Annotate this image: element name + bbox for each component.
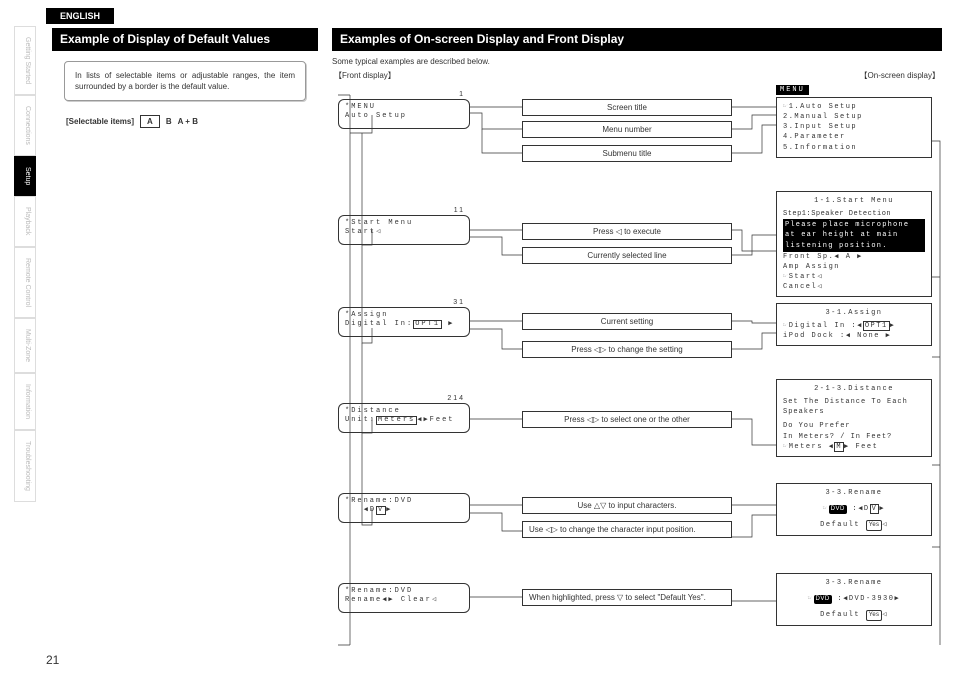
lcd-line: Rename◀▶ Clear◁ (345, 596, 463, 605)
front-display-6: *Rename:DVD Rename◀▶ Clear◁ (338, 583, 470, 613)
diagram-area: MENU 1 *MENU Auto Setup 11 *Start Menu S… (332, 85, 942, 665)
side-tab[interactable]: Playback (14, 196, 36, 246)
osd-line: Do You Prefer (783, 421, 925, 431)
front-display-2: 11 *Start Menu Start◁ (338, 215, 470, 245)
lcd-num: 214 (447, 394, 465, 403)
option-b: B (166, 117, 172, 126)
osd-default-line: Default Yes◁ (783, 610, 925, 621)
desc-current-setting: Current setting (522, 313, 732, 330)
osd-line: ☞Start◁ (783, 272, 925, 282)
lcd-num: 31 (453, 298, 465, 307)
osd-default-line: Default Yes◁ (783, 520, 925, 531)
osd-highlight: Please place microphone at ear height at… (783, 219, 925, 251)
osd-assign: 3-1.Assign ☞Digital In :◀OPT1▶ iPod Dock… (776, 303, 932, 346)
desc-press-execute: Press ◁ to execute (522, 223, 732, 240)
desc-selected-line: Currently selected line (522, 247, 732, 264)
osd-distance: 2-1-3.Distance Set The Distance To Each … (776, 379, 932, 457)
desc-input-chars: Use △▽ to input characters. (522, 497, 732, 514)
language-tab: ENGLISH (46, 8, 114, 24)
side-tab[interactable]: Getting Started (14, 26, 36, 95)
osd-line: Cancel◁ (783, 282, 925, 292)
osd-line: 3.Input Setup (783, 122, 925, 132)
side-tab[interactable]: Multi-Zone (14, 318, 36, 373)
legend-front: Front display (334, 70, 396, 81)
desc-default-yes: When highlighted, press ▽ to select "Def… (522, 589, 732, 606)
left-column: Example of Display of Default Values In … (52, 28, 318, 128)
lcd-line: *Start Menu (345, 219, 463, 228)
lcd-line: Auto Setup (345, 112, 463, 121)
osd-menu-pill: MENU (776, 85, 809, 95)
osd-line: ☞Meters ◀M▶ Feet (783, 442, 925, 452)
legend-row: Front display On-screen display (334, 70, 940, 81)
side-tab[interactable]: Connections (14, 95, 36, 156)
side-tab-active[interactable]: Setup (14, 156, 36, 196)
front-display-4: 214 *Distance Unit:Meters◀▶Feet (338, 403, 470, 433)
page-number: 21 (46, 653, 59, 667)
osd-line: ☞1.Auto Setup (783, 102, 925, 112)
osd-line: ☞Digital In :◀OPT1▶ (783, 321, 925, 331)
front-display-5: *Rename:DVD ◀DV▶ (338, 493, 470, 523)
desc-change-setting: Press ◁▷ to change the setting (522, 341, 732, 358)
front-display-1: 1 *MENU Auto Setup (338, 99, 470, 129)
osd-title: 3-1.Assign (783, 308, 925, 318)
legend-osd: On-screen display (860, 70, 940, 81)
option-ab: A + B (178, 117, 198, 126)
osd-line: iPod Dock :◀ None ▶ (783, 331, 925, 341)
selectable-label: [Selectable items] (66, 117, 134, 126)
osd-line: 4.Parameter (783, 132, 925, 142)
right-heading: Examples of On-screen Display and Front … (332, 28, 942, 51)
osd-start-menu: 1-1.Start Menu Step1:Speaker Detection P… (776, 191, 932, 297)
desc-select-either: Press ◁▷ to select one or the other (522, 411, 732, 428)
desc-menu-number: Menu number (522, 121, 732, 138)
dvd-pill: DVD (814, 595, 832, 604)
front-display-3: 31 *Assign Digital In:OPT1 ▶ (338, 307, 470, 337)
lcd-line: *Distance (345, 407, 463, 416)
lcd-line: Unit:Meters◀▶Feet (345, 416, 463, 425)
default-option-box: A (140, 115, 160, 128)
lcd-line: *Rename:DVD (345, 587, 463, 596)
desc-screen-title: Screen title (522, 99, 732, 116)
osd-line: 2.Manual Setup (783, 112, 925, 122)
lcd-line: *Assign (345, 311, 463, 320)
dvd-pill: DVD (829, 505, 847, 514)
osd-line: ☞DVD :◀DVD-3930▶ (783, 594, 925, 604)
side-tab[interactable]: Information (14, 373, 36, 430)
osd-line: Amp Assign (783, 262, 925, 272)
typical-text: Some typical examples are described belo… (332, 57, 942, 66)
lcd-line: ◀DV▶ (345, 506, 463, 515)
osd-line: 5.Information (783, 143, 925, 153)
right-column: Examples of On-screen Display and Front … (332, 28, 942, 665)
lcd-num: 11 (454, 206, 465, 215)
osd-title: 3-3.Rename (783, 578, 925, 588)
osd-main-menu: ☞1.Auto Setup 2.Manual Setup 3.Input Set… (776, 97, 932, 158)
osd-line: In Meters? / In Feet? (783, 432, 925, 442)
desc-submenu-title: Submenu title (522, 145, 732, 162)
note-box: In lists of selectable items or adjustab… (64, 61, 306, 101)
osd-line: ☞DVD :◀DV▶ (783, 504, 925, 514)
lcd-line: Start◁ (345, 228, 463, 237)
osd-line: Set The Distance To Each Speakers (783, 397, 925, 417)
side-tab[interactable]: Troubleshooting (14, 430, 36, 502)
osd-rename-1: 3-3.Rename ☞DVD :◀DV▶ Default Yes◁ (776, 483, 932, 536)
side-nav: Getting Started Connections Setup Playba… (14, 26, 36, 502)
lcd-line: *Rename:DVD (345, 497, 463, 506)
desc-change-position: Use ◁▷ to change the character input pos… (522, 521, 732, 538)
lcd-line: *MENU (345, 103, 463, 112)
osd-title: 2-1-3.Distance (783, 384, 925, 394)
osd-title: 1-1.Start Menu (783, 196, 925, 206)
lcd-line: Digital In:OPT1 ▶ (345, 320, 463, 329)
osd-line: Front Sp.◀ A ▶ (783, 252, 925, 262)
left-heading: Example of Display of Default Values (52, 28, 318, 51)
side-tab[interactable]: Remote Control (14, 247, 36, 318)
osd-subhead: Step1:Speaker Detection (783, 209, 925, 219)
lcd-num: 1 (459, 90, 465, 99)
osd-rename-2: 3-3.Rename ☞DVD :◀DVD-3930▶ Default Yes◁ (776, 573, 932, 626)
osd-title: 3-3.Rename (783, 488, 925, 498)
selectable-items-row: [Selectable items] A B A + B (66, 115, 318, 128)
